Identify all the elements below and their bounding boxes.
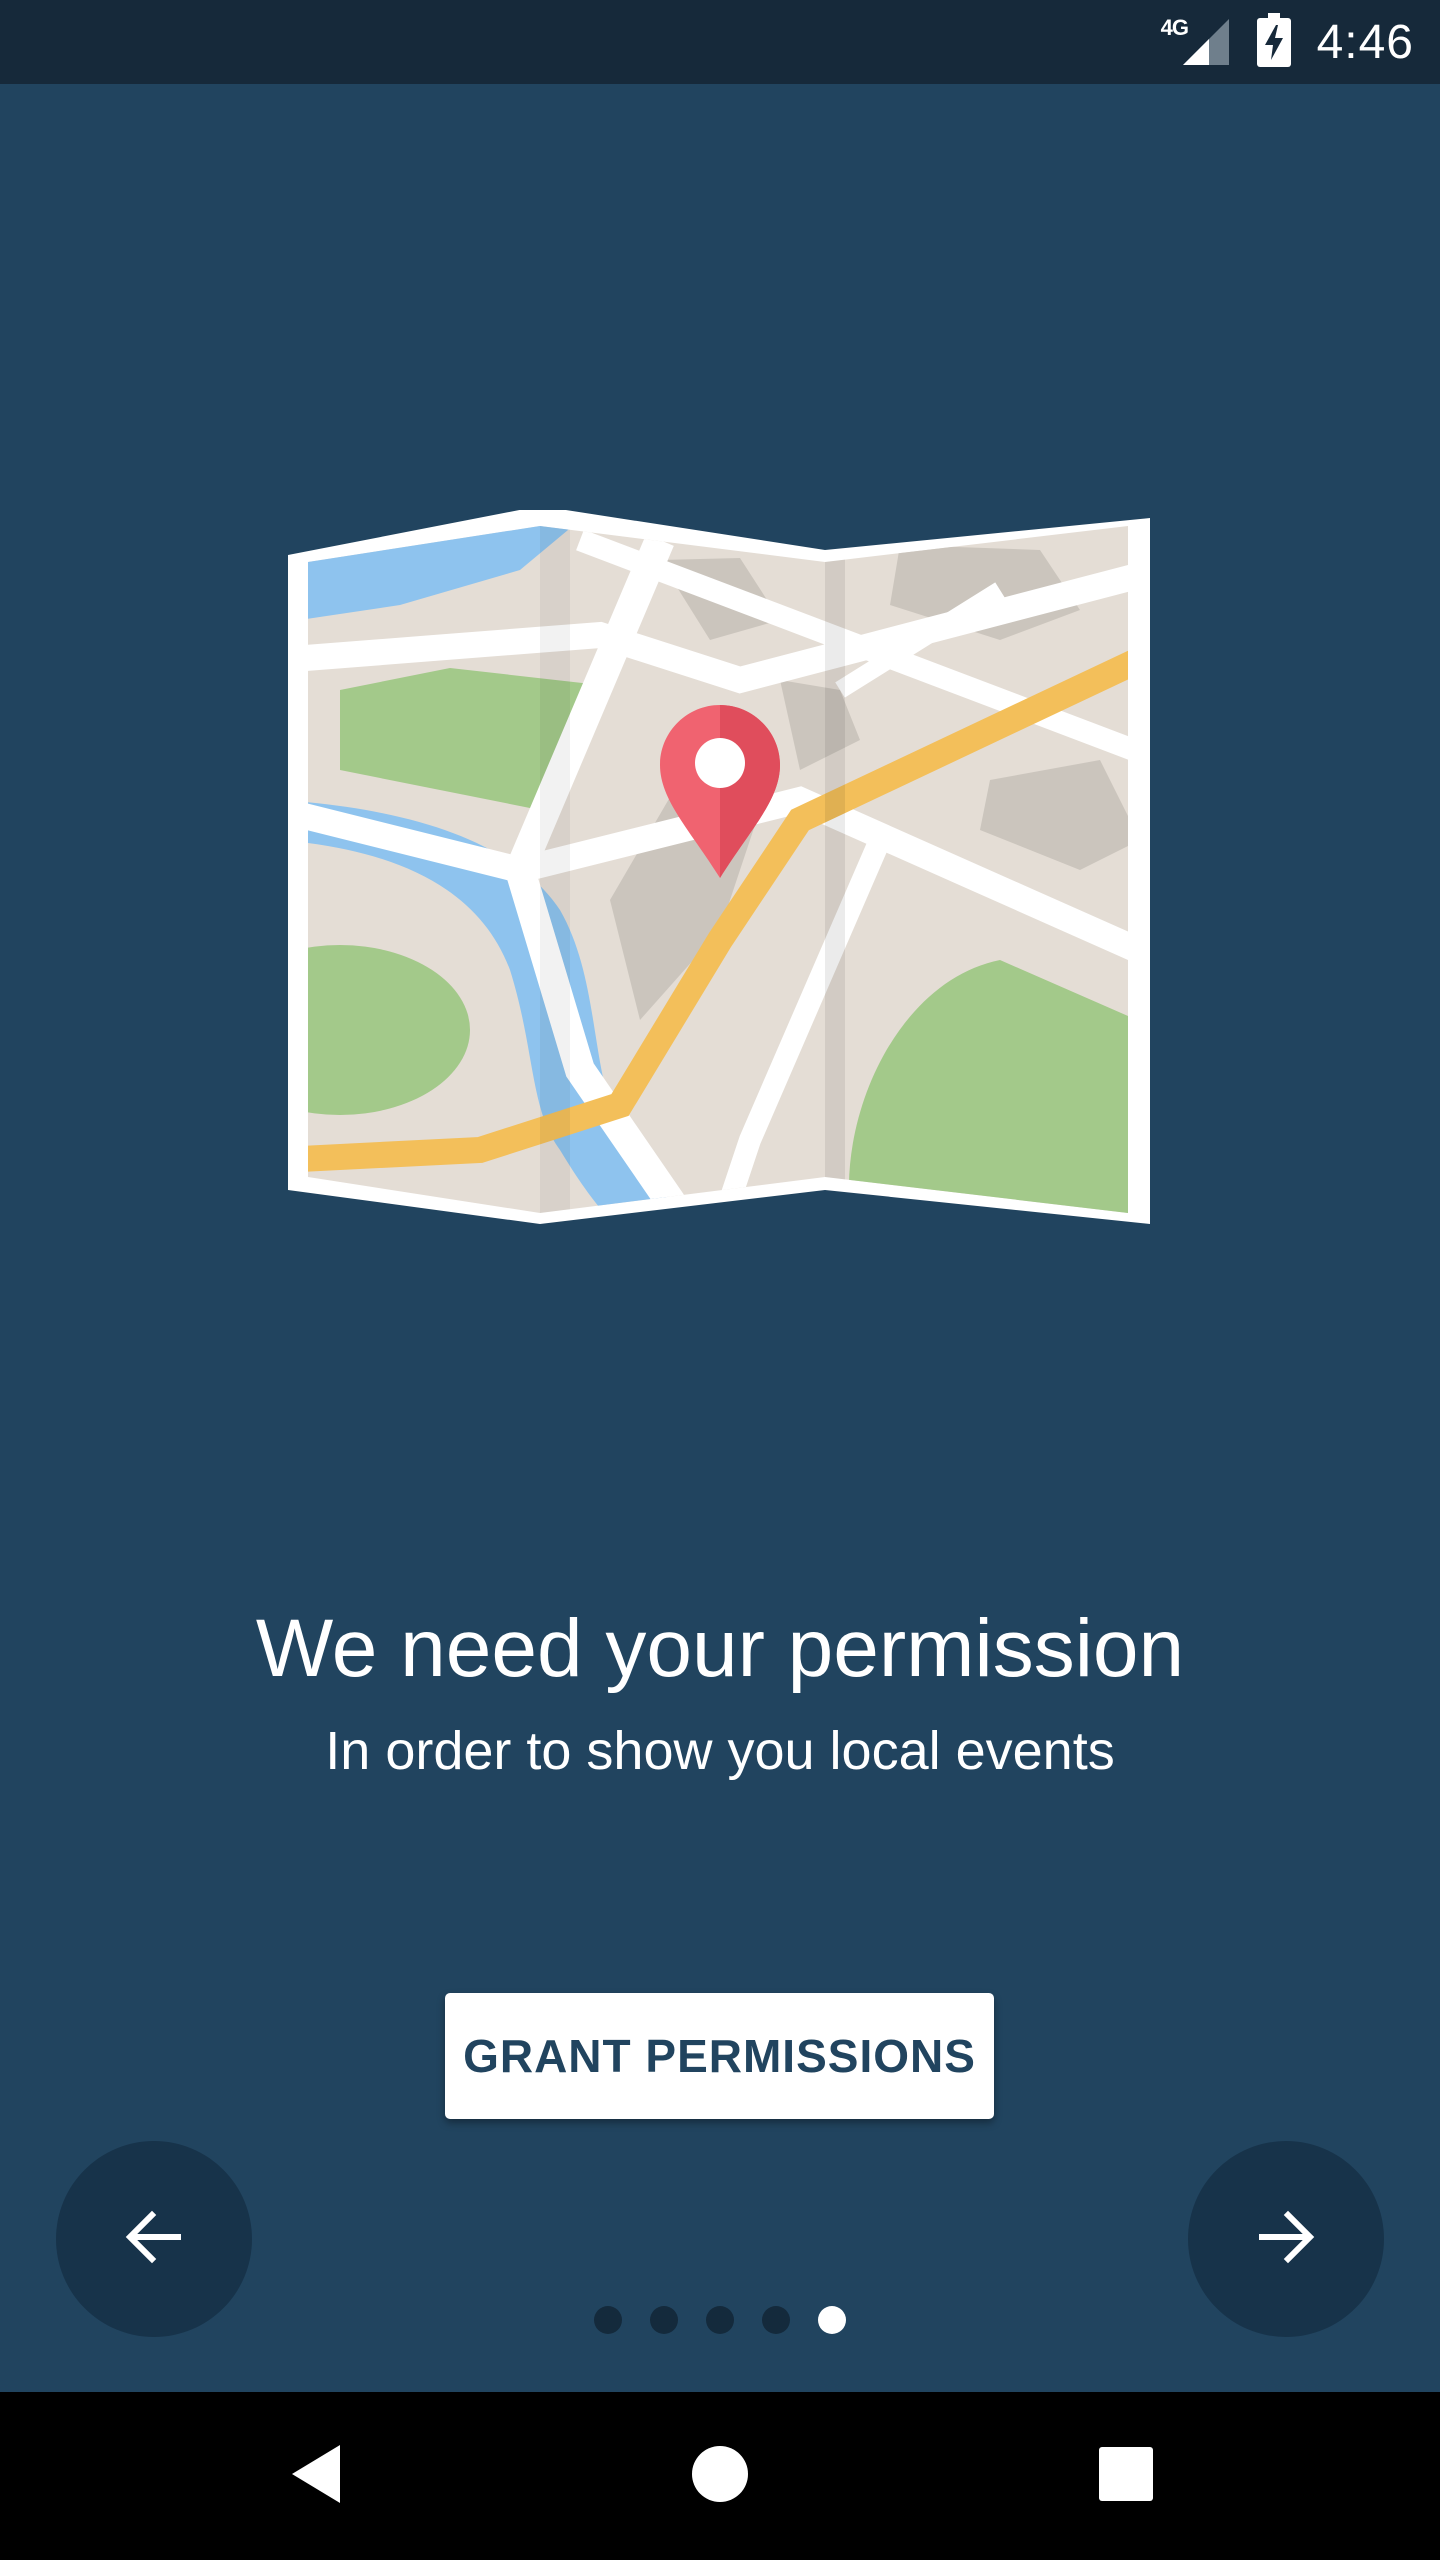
signal-icon: 4G [1161, 15, 1231, 69]
status-icons: 4G 4:46 [1161, 0, 1414, 84]
arrow-left-icon [122, 2205, 186, 2274]
page-indicator [0, 2306, 1440, 2334]
page-dot-2 [650, 2306, 678, 2334]
recents-icon [1099, 2446, 1153, 2506]
status-bar: 4G 4:46 [0, 0, 1440, 84]
back-icon [288, 2443, 344, 2510]
page-dot-4 [762, 2306, 790, 2334]
system-navigation-bar [0, 2392, 1440, 2560]
page-dot-5-active [818, 2306, 846, 2334]
page-title: We need your permission [255, 1603, 1185, 1694]
system-recents-button[interactable] [1042, 2392, 1210, 2560]
onboarding-screen: 4G 4:46 We need your permission In order… [0, 0, 1440, 2560]
page-subtitle: In order to show you local events [325, 1721, 1115, 1781]
system-back-button[interactable] [232, 2392, 400, 2560]
battery-charging-icon [1256, 12, 1291, 72]
folded-map-illustration [280, 506, 1160, 1230]
page-dot-1 [594, 2306, 622, 2334]
home-icon [691, 2445, 749, 2508]
grant-permissions-button[interactable]: GRANT PERMISSIONS [445, 1993, 994, 2119]
system-home-button[interactable] [636, 2392, 804, 2560]
arrow-right-icon [1254, 2205, 1318, 2274]
page-dot-3 [706, 2306, 734, 2334]
clock: 4:46 [1316, 15, 1414, 69]
